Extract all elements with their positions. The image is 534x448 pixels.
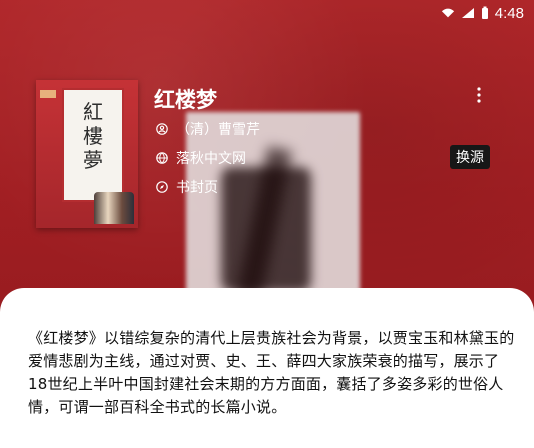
- cover-spine: [38, 90, 58, 190]
- book-title: 红楼梦: [154, 88, 217, 112]
- book-cover[interactable]: 紅樓夢: [36, 80, 138, 228]
- cover-figures-illustration: [94, 192, 134, 224]
- compass-icon: [156, 181, 168, 193]
- cover-page-text: 书封页: [176, 180, 218, 196]
- author-row[interactable]: （清）曹雪芹: [156, 119, 260, 139]
- cover-title-panel: 紅樓夢: [62, 88, 124, 202]
- user-icon: [156, 123, 168, 135]
- author-text: （清）曹雪芹: [176, 122, 260, 138]
- status-bar: 4:48: [0, 0, 534, 26]
- swap-source-button[interactable]: 换源: [450, 145, 490, 169]
- more-vertical-icon: [477, 87, 481, 103]
- wifi-icon: [441, 8, 454, 18]
- cover-page-row[interactable]: 书封页: [156, 177, 218, 197]
- signal-icon: [461, 8, 474, 18]
- more-menu-button[interactable]: [470, 86, 488, 104]
- source-row[interactable]: 落秋中文网: [156, 148, 246, 168]
- book-description: 《红楼梦》以错综复杂的清代上层贵族社会为背景，以贾宝玉和林黛玉的爱情悲剧为主线，…: [28, 329, 515, 416]
- globe-icon: [156, 152, 168, 164]
- cover-title: 紅樓夢: [83, 100, 103, 172]
- description-sheet: 《红楼梦》以错综复杂的清代上层贵族社会为背景，以贾宝玉和林黛玉的爱情悲剧为主线，…: [0, 288, 534, 448]
- battery-icon: [481, 6, 488, 19]
- source-text: 落秋中文网: [176, 151, 246, 167]
- status-time: 4:48: [494, 4, 524, 22]
